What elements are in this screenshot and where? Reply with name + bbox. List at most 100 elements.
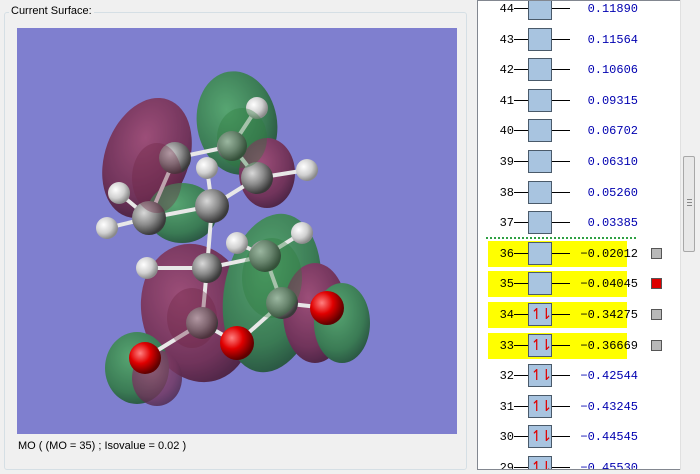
orbital-box[interactable] xyxy=(528,1,552,20)
mo-row-34[interactable]: 34 ↿⇂ −0.34275 xyxy=(478,302,680,328)
level-line xyxy=(514,314,528,315)
mo-energy: 0.06310 xyxy=(587,155,638,169)
mo-energy: 0.03385 xyxy=(587,216,638,231)
mo-energy: 0.11564 xyxy=(587,32,638,47)
mo-number: 30 xyxy=(499,430,514,445)
level-line xyxy=(514,252,528,254)
orbital-box[interactable] xyxy=(528,211,552,235)
mo-energy: −0.42544 xyxy=(580,369,638,384)
mo-energy: 0.11890 xyxy=(587,2,638,16)
mo-row-35[interactable]: 35 −0.04045 xyxy=(478,271,680,298)
carbon-atom xyxy=(192,253,222,283)
surface-select-checkbox[interactable] xyxy=(651,278,662,290)
mo-row-38[interactable]: 38 0.05260 xyxy=(478,180,680,206)
molecule-render xyxy=(96,71,370,406)
hydrogen-atom xyxy=(108,182,130,204)
orbital-box[interactable]: ↿⇂ xyxy=(528,425,553,449)
mo-row-33[interactable]: 33 ↿⇂ −0.36669 xyxy=(478,332,680,359)
mo-row-43[interactable]: 43 0.11564 xyxy=(478,27,680,53)
mo-energy: −0.34275 xyxy=(580,308,638,322)
mo-row-40[interactable]: 40 0.06702 xyxy=(478,118,680,144)
level-line xyxy=(514,283,528,285)
mo-row-32[interactable]: 32 ↿⇂ −0.42544 xyxy=(478,363,680,389)
current-surface-title: Current Surface: xyxy=(9,5,94,17)
mo-number: 29 xyxy=(499,461,514,470)
level-line xyxy=(514,38,528,40)
spin-pair-icon: ↿⇂ xyxy=(530,427,552,446)
orbital-box[interactable] xyxy=(528,119,552,143)
hydrogen-atom xyxy=(226,232,248,254)
orbital-box[interactable] xyxy=(528,27,552,51)
mo-status-text: MO ( (MO = 35) ; Isovalue = 0.02 ) xyxy=(18,440,187,452)
mo-row-29[interactable]: 29 ↿⇂ −0.45530 xyxy=(478,455,680,470)
level-line xyxy=(514,222,528,224)
orbital-box[interactable] xyxy=(528,272,552,296)
mo-energy: −0.02012 xyxy=(580,246,638,261)
mo-energy: 0.05260 xyxy=(587,185,638,200)
mo-energy: 0.06702 xyxy=(587,124,638,139)
molecule-viewport[interactable] xyxy=(17,28,457,434)
mo-energy-diagram[interactable]: 44 0.11890 43 0.11564 42 0.10606 41 0.09315 40 0.… xyxy=(477,0,698,470)
mo-energy: −0.04045 xyxy=(580,277,638,292)
orbital-box[interactable]: ↿⇂ xyxy=(528,303,553,326)
orbital-box[interactable]: ↿⇂ xyxy=(528,333,553,357)
surface-select-checkbox[interactable] xyxy=(651,309,662,320)
level-line xyxy=(514,8,528,9)
hydrogen-atom xyxy=(96,217,118,239)
scrollbar-thumb[interactable] xyxy=(683,156,695,252)
orbital-box[interactable] xyxy=(528,150,552,173)
oxygen-atom xyxy=(129,342,161,374)
spin-pair-icon: ↿⇂ xyxy=(530,305,552,323)
spin-pair-icon: ↿⇂ xyxy=(530,458,552,470)
spin-pair-icon: ↿⇂ xyxy=(530,396,552,415)
mo-row-41[interactable]: 41 0.09315 xyxy=(478,88,680,114)
mo-energy: −0.45530 xyxy=(580,461,638,470)
orbital-box[interactable]: ↿⇂ xyxy=(528,456,553,470)
mo-number: 31 xyxy=(499,399,514,414)
mo-number: 44 xyxy=(499,2,514,16)
mo-number: 33 xyxy=(499,338,514,353)
mo-list-scrollbar[interactable] xyxy=(680,0,698,470)
mo-energy: 0.09315 xyxy=(587,93,638,108)
mo-number: 41 xyxy=(499,93,514,108)
level-line xyxy=(514,375,528,377)
mo-energy: 0.10606 xyxy=(587,63,638,78)
orbital-box[interactable] xyxy=(528,58,552,82)
mo-row-44[interactable]: 44 0.11890 xyxy=(478,1,680,22)
level-line xyxy=(514,405,528,407)
mo-row-42[interactable]: 42 0.10606 xyxy=(478,57,680,83)
hydrogen-atom xyxy=(136,257,158,279)
carbon-atom xyxy=(195,189,229,223)
level-line xyxy=(514,344,528,346)
mo-number: 39 xyxy=(499,155,514,169)
level-line xyxy=(514,436,528,438)
mo-number: 42 xyxy=(499,63,514,78)
level-line xyxy=(514,191,528,193)
mo-row-31[interactable]: 31 ↿⇂ −0.43245 xyxy=(478,394,680,420)
oxygen-atom xyxy=(220,326,254,360)
mo-energy: −0.43245 xyxy=(580,399,638,414)
spin-pair-icon: ↿⇂ xyxy=(530,366,552,385)
orbital-box[interactable]: ↿⇂ xyxy=(528,364,553,388)
mo-row-37[interactable]: 37 0.03385 xyxy=(478,210,680,236)
surface-select-checkbox[interactable] xyxy=(651,247,662,259)
level-line xyxy=(514,467,528,468)
oxygen-atom xyxy=(310,291,344,325)
orbital-box[interactable] xyxy=(528,241,552,265)
orbital-box[interactable]: ↿⇂ xyxy=(528,394,553,418)
surface-select-checkbox[interactable] xyxy=(651,339,662,351)
mo-row-36[interactable]: 36 −0.02012 xyxy=(478,240,680,267)
level-line xyxy=(514,130,528,132)
mo-number: 34 xyxy=(499,308,514,322)
homo-lumo-divider xyxy=(486,237,636,239)
mo-row-30[interactable]: 30 ↿⇂ −0.44545 xyxy=(478,424,680,450)
orbital-box[interactable] xyxy=(528,88,552,112)
spin-pair-icon: ↿⇂ xyxy=(530,335,552,354)
level-line xyxy=(514,99,528,101)
mo-number: 32 xyxy=(499,369,514,384)
mo-number: 35 xyxy=(499,277,514,292)
hydrogen-atom xyxy=(196,157,218,179)
mo-row-39[interactable]: 39 0.06310 xyxy=(478,149,680,175)
level-line xyxy=(514,161,528,162)
orbital-box[interactable] xyxy=(528,180,552,204)
